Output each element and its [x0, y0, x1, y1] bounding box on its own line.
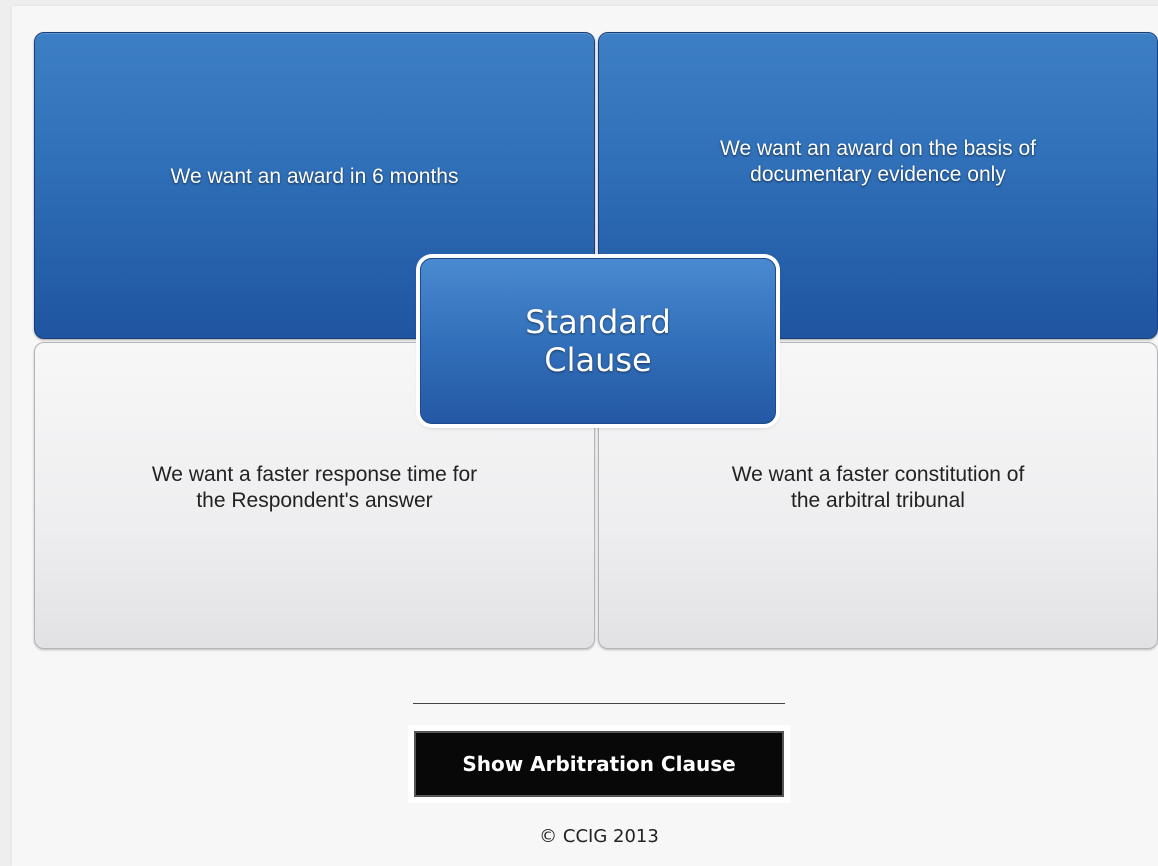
standard-clause-button[interactable]: Standard Clause	[420, 258, 776, 424]
option-label: We want a faster constitution of the arb…	[731, 462, 1025, 512]
option-label: We want an award in 6 months	[170, 164, 459, 188]
option-label: We want an award on the basis of documen…	[720, 136, 1036, 186]
show-arbitration-clause-button[interactable]: Show Arbitration Clause	[414, 731, 784, 797]
copyright-footer: © CCIG 2013	[539, 826, 659, 847]
divider	[413, 703, 785, 704]
standard-clause-label: Standard Clause	[525, 303, 671, 379]
option-label: We want a faster response time for the R…	[151, 462, 478, 512]
